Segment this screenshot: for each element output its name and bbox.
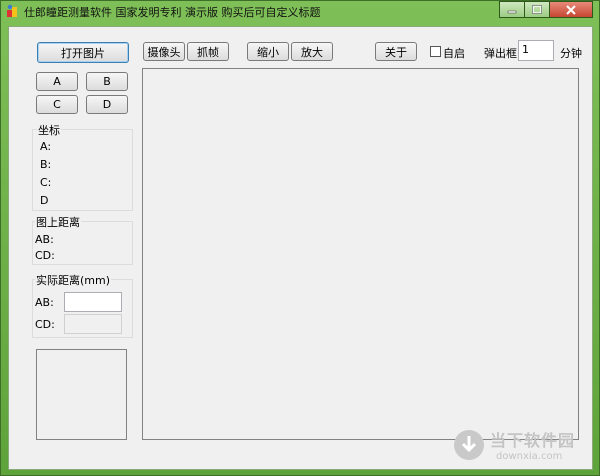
real-distance-group-title: 实际距离(mm)	[35, 272, 112, 288]
point-a-button[interactable]: A	[36, 72, 78, 91]
coord-b-label: B:	[40, 158, 52, 171]
real-distance-cd-input	[64, 314, 122, 334]
watermark: 当下软件园 downxia.com	[452, 427, 575, 462]
capture-frame-button[interactable]: 抓帧	[187, 42, 229, 61]
window-title: 仕郎瞳距测量软件 国家发明专利 演示版 购买后可自定义标题	[24, 6, 321, 19]
image-distance-cd-label: CD:	[35, 249, 55, 262]
close-button[interactable]	[549, 1, 593, 18]
maximize-icon	[532, 5, 542, 14]
watermark-url: downxia.com	[496, 451, 563, 462]
point-b-button[interactable]: B	[86, 72, 128, 91]
caption-buttons	[499, 1, 593, 19]
autostart-label: 自启	[443, 47, 465, 60]
client-area: 打开图片 A B C D 坐标 A: B: C: D 图上距离 AB: CD: …	[8, 26, 593, 470]
image-canvas[interactable]	[142, 68, 579, 440]
coord-c-label: C:	[40, 176, 52, 189]
maximize-button[interactable]	[524, 1, 550, 18]
popup-interval-label: 弹出框	[484, 47, 517, 60]
minimize-icon	[507, 10, 517, 13]
watermark-name: 当下软件园	[490, 431, 576, 450]
thumbnail-preview	[36, 349, 127, 440]
open-image-button[interactable]: 打开图片	[37, 42, 129, 63]
app-window: 仕郎瞳距测量软件 国家发明专利 演示版 购买后可自定义标题 打开图片 A B C…	[0, 0, 600, 476]
title-bar[interactable]: 仕郎瞳距测量软件 国家发明专利 演示版 购买后可自定义标题	[1, 1, 599, 21]
app-icon	[7, 4, 17, 17]
coords-group-title: 坐标	[37, 122, 61, 138]
zoom-in-button[interactable]: 放大	[291, 42, 333, 61]
zoom-out-button[interactable]: 缩小	[247, 42, 289, 61]
close-icon	[566, 4, 576, 15]
real-distance-ab-label: AB:	[35, 296, 54, 309]
point-c-button[interactable]: C	[36, 95, 78, 114]
download-logo-icon	[454, 429, 484, 460]
coord-d-label: D	[40, 194, 49, 207]
autostart-checkbox[interactable]	[430, 46, 441, 57]
point-d-button[interactable]: D	[86, 95, 128, 114]
popup-interval-input[interactable]: 1	[518, 40, 554, 61]
real-distance-ab-input[interactable]	[64, 292, 122, 312]
image-distance-ab-label: AB:	[35, 233, 54, 246]
coord-a-label: A:	[40, 140, 52, 153]
real-distance-cd-label: CD:	[35, 318, 55, 331]
image-distance-group-title: 图上距离	[35, 214, 81, 230]
about-button[interactable]: 关于	[375, 42, 417, 61]
minutes-label: 分钟	[560, 47, 582, 60]
minimize-button[interactable]	[499, 1, 525, 18]
camera-button[interactable]: 摄像头	[143, 42, 185, 61]
